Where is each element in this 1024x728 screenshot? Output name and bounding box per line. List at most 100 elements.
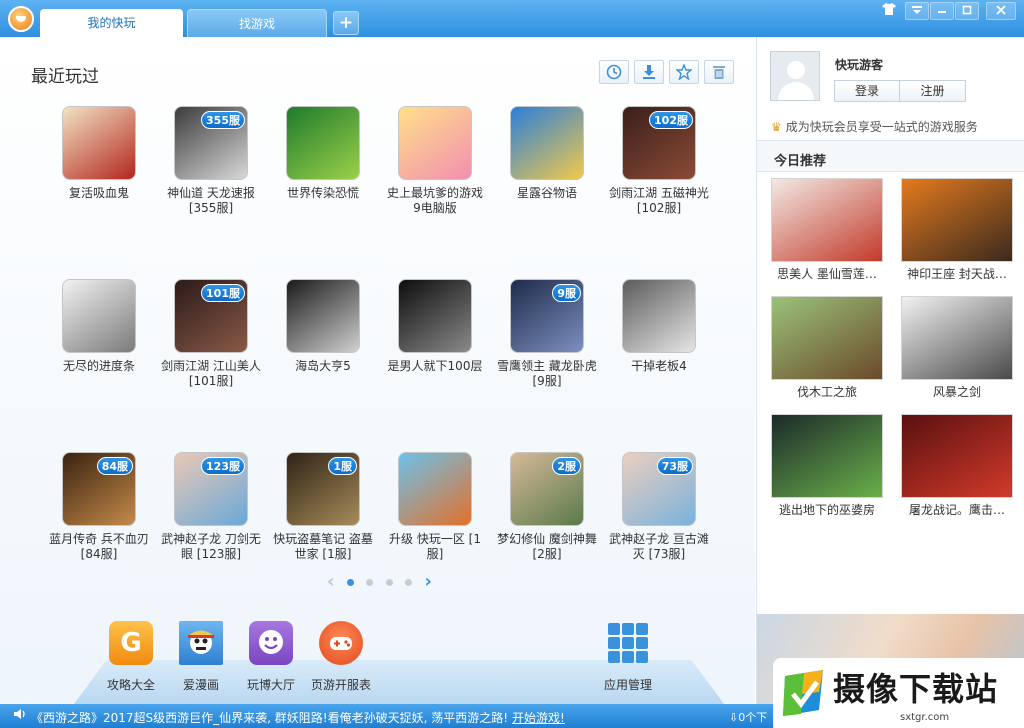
game-name[interactable]: 梦幻修仙 魔剑神舞 [2服] [491,532,603,562]
recommend-thumbnail[interactable] [771,178,883,262]
game-name[interactable]: 武神赵子龙 亘古滩灭 [73服] [603,532,715,562]
game-tile[interactable]: 102服剑雨江湖 五磁神光 [102服] [603,106,715,279]
recommend-item[interactable]: 思美人 墨仙雪莲… [771,178,883,296]
recommend-item[interactable]: 风暴之剑 [901,296,1013,414]
app-server-list[interactable]: 页游开服表 [306,621,376,693]
star-icon[interactable] [669,60,699,84]
pager-dot[interactable] [405,578,413,586]
clock-icon[interactable] [599,60,629,84]
game-tile[interactable]: 史上最坑爹的游戏9电脑版 [379,106,491,279]
trash-icon[interactable] [704,60,734,84]
menu-icon[interactable] [905,2,929,20]
recommend-name[interactable]: 思美人 墨仙雪莲… [771,265,883,282]
login-button[interactable]: 登录 [834,80,900,102]
game-thumbnail[interactable]: 101服 [174,279,248,353]
game-name[interactable]: 快玩盗墓笔记 盗墓世家 [1服] [267,532,379,562]
start-game-link[interactable]: 开始游戏! [512,709,565,726]
recommend-item[interactable]: 逃出地下的巫婆房 [771,414,883,532]
game-name[interactable]: 是男人就下100层 [379,359,491,374]
recommend-name[interactable]: 风暴之剑 [901,383,1013,400]
game-thumbnail[interactable] [510,106,584,180]
game-thumbnail[interactable] [286,279,360,353]
add-tab-button[interactable]: + [333,11,359,35]
minimize-icon[interactable] [930,2,954,20]
game-tile[interactable]: 复活吸血鬼 [43,106,155,279]
game-thumbnail[interactable]: 102服 [622,106,696,180]
pager-next-icon[interactable]: › [425,573,432,591]
recommend-item[interactable]: 屠龙战记。鹰击… [901,414,1013,532]
app-manager[interactable]: 应用管理 [593,621,663,693]
recommend-item[interactable]: 神印王座 封天战… [901,178,1013,296]
app-guide[interactable]: G 攻略大全 [96,621,166,693]
game-name[interactable]: 干掉老板4 [603,359,715,374]
close-icon[interactable] [986,2,1016,20]
game-name[interactable]: 无尽的进度条 [43,359,155,374]
game-tile[interactable]: 升级 快玩一区 [1服] [379,452,491,625]
game-name[interactable]: 海岛大亨5 [267,359,379,374]
game-thumbnail[interactable] [398,279,472,353]
game-tile[interactable]: 星露谷物语 [491,106,603,279]
maximize-icon[interactable] [955,2,979,20]
register-button[interactable]: 注册 [900,80,966,102]
game-thumbnail[interactable]: 355服 [174,106,248,180]
game-thumbnail[interactable] [398,106,472,180]
game-name[interactable]: 神仙道 天龙速报 [355服] [155,186,267,216]
avatar[interactable] [770,51,820,101]
app-hall[interactable]: 玩博大厅 [236,621,306,693]
game-thumbnail[interactable]: 73服 [622,452,696,526]
game-tile[interactable]: 无尽的进度条 [43,279,155,452]
recommend-thumbnail[interactable] [901,414,1013,498]
game-tile[interactable]: 干掉老板4 [603,279,715,452]
pager-prev-icon[interactable]: ‹ [327,573,334,591]
pager-dot[interactable] [346,578,354,586]
game-thumbnail[interactable] [62,106,136,180]
shirt-icon[interactable] [877,2,901,20]
download-icon[interactable] [634,60,664,84]
news-ticker[interactable]: 《西游之路》2017超S级西游巨作_仙界来袭, 群妖阻路!看俺老孙破天捉妖, 荡… [31,709,508,726]
app-comic[interactable]: 爱漫画 [166,621,236,693]
recommend-name[interactable]: 屠龙战记。鹰击… [901,501,1013,518]
recommend-name[interactable]: 伐木工之旅 [771,383,883,400]
tab-find-games[interactable]: 找游戏 [187,9,327,37]
game-thumbnail[interactable]: 1服 [286,452,360,526]
game-name[interactable]: 世界传染恐慌 [267,186,379,201]
game-tile[interactable]: 101服剑雨江湖 江山美人 [101服] [155,279,267,452]
game-tile[interactable]: 84服蓝月传奇 兵不血刃 [84服] [43,452,155,625]
recommend-thumbnail[interactable] [901,178,1013,262]
game-thumbnail[interactable]: 9服 [510,279,584,353]
tab-my-games[interactable]: 我的快玩 [40,9,183,37]
game-name[interactable]: 雪鹰领主 藏龙卧虎 [9服] [491,359,603,389]
game-name[interactable]: 蓝月传奇 兵不血刃 [84服] [43,532,155,562]
game-tile[interactable]: 1服快玩盗墓笔记 盗墓世家 [1服] [267,452,379,625]
game-tile[interactable]: 355服神仙道 天龙速报 [355服] [155,106,267,279]
game-thumbnail[interactable]: 2服 [510,452,584,526]
game-thumbnail[interactable]: 84服 [62,452,136,526]
pager-dot[interactable] [385,578,393,586]
recommend-thumbnail[interactable] [771,414,883,498]
game-thumbnail[interactable] [398,452,472,526]
game-tile[interactable]: 世界传染恐慌 [267,106,379,279]
game-tile[interactable]: 2服梦幻修仙 魔剑神舞 [2服] [491,452,603,625]
game-name[interactable]: 剑雨江湖 五磁神光 [102服] [603,186,715,216]
pager-dot[interactable] [366,578,374,586]
game-name[interactable]: 史上最坑爹的游戏9电脑版 [379,186,491,216]
recommend-name[interactable]: 神印王座 封天战… [901,265,1013,282]
game-tile[interactable]: 是男人就下100层 [379,279,491,452]
game-name[interactable]: 剑雨江湖 江山美人 [101服] [155,359,267,389]
game-thumbnail[interactable] [622,279,696,353]
recommend-thumbnail[interactable] [771,296,883,380]
recommend-item[interactable]: 伐木工之旅 [771,296,883,414]
game-name[interactable]: 复活吸血鬼 [43,186,155,201]
game-name[interactable]: 武神赵子龙 刀剑无眼 [123服] [155,532,267,562]
member-promo[interactable]: ♛ 成为快玩会员享受一站式的游戏服务 [771,118,978,135]
game-name[interactable]: 星露谷物语 [491,186,603,201]
game-tile[interactable]: 9服雪鹰领主 藏龙卧虎 [9服] [491,279,603,452]
recommend-thumbnail[interactable] [901,296,1013,380]
game-name[interactable]: 升级 快玩一区 [1服] [379,532,491,562]
game-tile[interactable]: 海岛大亨5 [267,279,379,452]
game-thumbnail[interactable]: 123服 [174,452,248,526]
game-tile[interactable]: 73服武神赵子龙 亘古滩灭 [73服] [603,452,715,625]
game-thumbnail[interactable] [286,106,360,180]
recommend-name[interactable]: 逃出地下的巫婆房 [771,501,883,518]
download-count[interactable]: ⇩0个下 [729,709,767,725]
